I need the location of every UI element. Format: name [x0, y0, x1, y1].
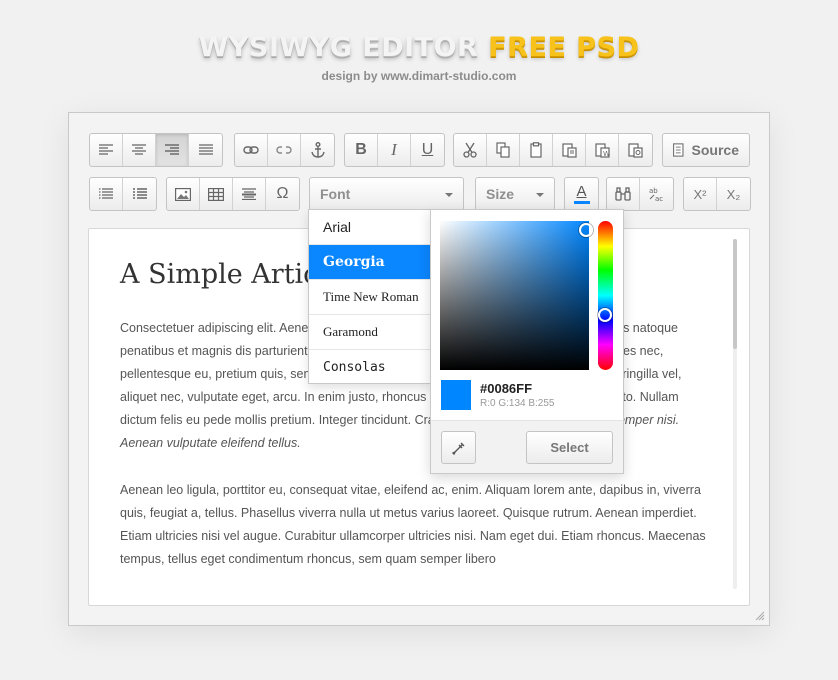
bold-button[interactable]: B	[345, 134, 378, 166]
bullet-list-button[interactable]	[90, 178, 123, 210]
paste-text-button[interactable]	[553, 134, 586, 166]
font-menu: Arial Georgia Time New Roman Garamond Co…	[308, 209, 433, 384]
hue-slider[interactable]	[598, 221, 613, 370]
image-icon	[175, 187, 191, 201]
special-char-button[interactable]: Ω	[266, 178, 299, 210]
size-dropdown-label: Size	[486, 186, 515, 202]
numbered-list-button[interactable]	[123, 178, 156, 210]
anchor-button[interactable]	[301, 134, 334, 166]
font-item-consolas[interactable]: Consolas	[309, 350, 432, 383]
align-right-button[interactable]	[156, 134, 189, 166]
paste-word-button[interactable]: W	[586, 134, 619, 166]
font-item-times-new-roman[interactable]: Time New Roman	[309, 280, 432, 315]
binoculars-icon	[615, 187, 631, 201]
font-dropdown-label: Font	[320, 186, 351, 202]
horizontal-rule-icon	[242, 188, 256, 200]
paste-text-icon	[561, 143, 577, 158]
insert-group: Ω	[166, 177, 300, 211]
hero-title-main: WYSIWYG EDITOR	[198, 32, 479, 63]
source-label: Source	[691, 142, 739, 158]
scrollbar-thumb[interactable]	[733, 239, 737, 349]
chevron-down-icon	[445, 193, 453, 197]
source-button[interactable]: Source	[662, 133, 750, 167]
chevron-down-icon	[536, 193, 544, 197]
table-icon	[208, 187, 224, 201]
svg-text:ab: ab	[649, 187, 658, 195]
numbered-list-icon	[132, 188, 147, 199]
align-center-button[interactable]	[123, 134, 156, 166]
hue-handle[interactable]	[598, 308, 612, 322]
link-group	[234, 133, 335, 167]
superscript-button[interactable]: X²	[684, 178, 717, 210]
bullet-list-icon	[99, 188, 113, 199]
svg-text:W: W	[603, 150, 610, 158]
italic-button[interactable]: I	[378, 134, 411, 166]
align-center-icon	[132, 144, 146, 155]
color-picker: #0086FF R:0 G:134 B:255 Select	[430, 209, 624, 474]
spellcheck-button[interactable]: ab ac	[640, 178, 673, 210]
align-left-icon	[99, 144, 113, 155]
spellcheck-icon: abac	[649, 187, 663, 202]
alignment-group	[89, 133, 223, 167]
text-color-indicator	[573, 200, 590, 204]
hex-value: #0086FF	[480, 381, 533, 396]
color-picker-footer: Select	[431, 420, 623, 473]
paste-image-icon	[628, 143, 643, 158]
underline-button[interactable]: U	[411, 134, 444, 166]
copy-button[interactable]	[487, 134, 520, 166]
sv-handle[interactable]	[579, 223, 593, 237]
hero-title: WYSIWYG EDITOR FREE PSD	[0, 32, 838, 63]
link-icon	[243, 146, 259, 154]
subscript-button[interactable]: X₂	[717, 178, 750, 210]
vertical-scrollbar[interactable]	[733, 239, 737, 589]
copy-icon	[496, 142, 510, 158]
paste-button[interactable]	[520, 134, 553, 166]
anchor-icon	[310, 142, 325, 158]
document-icon	[673, 143, 684, 157]
saturation-value-area[interactable]	[440, 221, 593, 370]
align-left-button[interactable]	[90, 134, 123, 166]
paste-word-icon: W	[594, 143, 610, 158]
hero-title-accent: FREE PSD	[488, 32, 640, 63]
text-color-letter: A	[576, 182, 587, 200]
rgb-value: R:0 G:134 B:255	[480, 398, 555, 409]
font-item-garamond[interactable]: Garamond	[309, 315, 432, 350]
find-button[interactable]	[607, 178, 640, 210]
color-swatch	[441, 380, 471, 410]
scissors-icon	[463, 142, 477, 158]
text-style-group: B I U	[344, 133, 445, 167]
font-item-georgia[interactable]: Georgia	[309, 245, 432, 280]
font-dropdown[interactable]: Font	[309, 177, 464, 211]
unlink-button[interactable]	[268, 134, 301, 166]
eyedropper-icon	[451, 442, 464, 455]
align-justify-icon	[198, 144, 213, 155]
font-item-arial[interactable]: Arial	[309, 210, 432, 245]
tools-group: ab ac	[606, 177, 674, 211]
clipboard-icon	[530, 142, 542, 158]
list-group	[89, 177, 157, 211]
size-dropdown[interactable]: Size	[475, 177, 555, 211]
resize-grip-icon[interactable]	[755, 611, 765, 621]
eyedropper-button[interactable]	[441, 431, 476, 464]
script-group: X² X₂	[683, 177, 751, 211]
align-justify-button[interactable]	[189, 134, 222, 166]
cut-button[interactable]	[454, 134, 487, 166]
link-button[interactable]	[235, 134, 268, 166]
text-color-button[interactable]: A	[565, 178, 598, 210]
clipboard-group: W	[453, 133, 653, 167]
unlink-icon	[276, 146, 292, 154]
select-color-button[interactable]: Select	[526, 431, 613, 464]
paste-image-button[interactable]	[619, 134, 652, 166]
insert-image-button[interactable]	[167, 178, 200, 210]
align-right-icon	[165, 144, 179, 155]
hero-subtitle: design by www.dimart-studio.com	[321, 69, 517, 83]
svg-text:ac: ac	[655, 195, 663, 202]
text-color-group: A	[564, 177, 599, 211]
article-paragraph-2: Aenean leo ligula, porttitor eu, consequ…	[120, 483, 706, 566]
horizontal-rule-button[interactable]	[233, 178, 266, 210]
insert-table-button[interactable]	[200, 178, 233, 210]
